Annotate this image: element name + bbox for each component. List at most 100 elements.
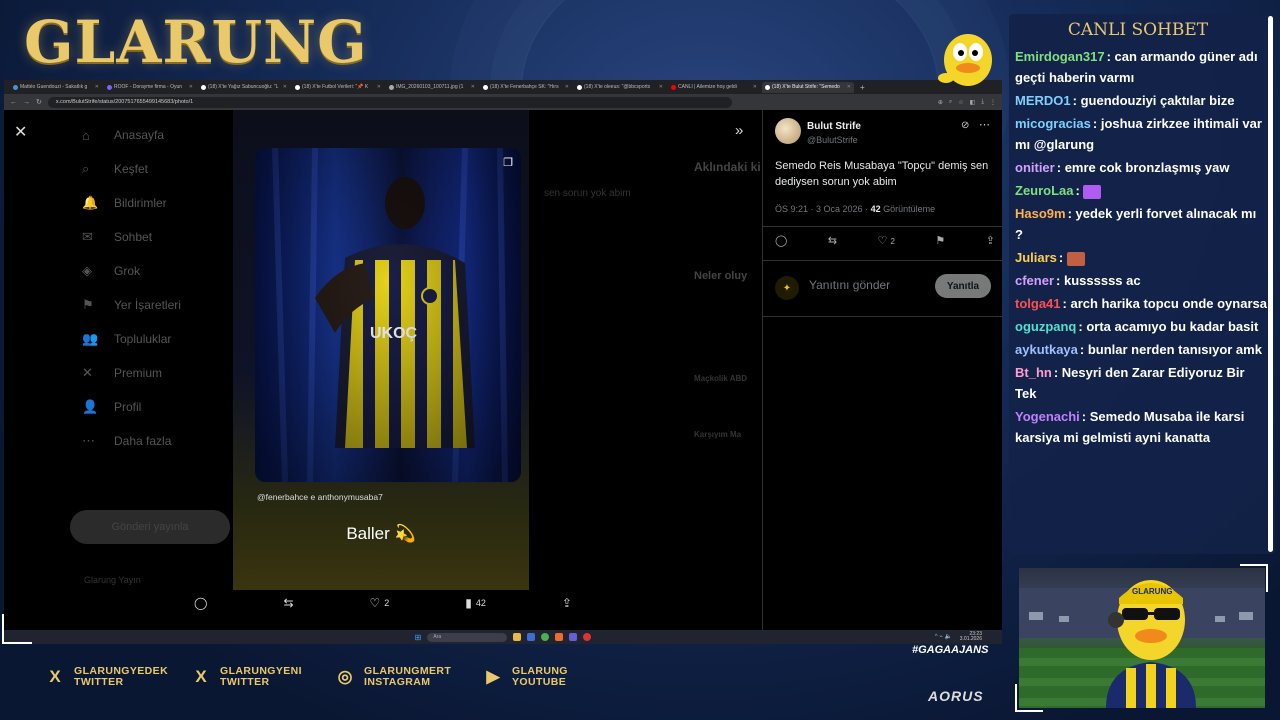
sidebar-item[interactable]: 🔔 Bildirimler [74, 186, 244, 220]
taskbar-app-icon[interactable] [527, 633, 536, 641]
trend-item: Karşıyım Ma [694, 430, 742, 439]
reload-icon[interactable]: ↻ [36, 98, 42, 106]
chat-username[interactable]: micogracias [1015, 116, 1091, 131]
account-name[interactable]: Glarung Yayın [84, 575, 141, 585]
chat-separator: : [1067, 206, 1076, 221]
sidebar-item[interactable]: 👥 Topluluklar [74, 322, 244, 356]
browser-tab[interactable]: CANLI | Ailemize hoş geldi ✕ [668, 82, 760, 93]
reply-input[interactable]: Yanıtını gönder [809, 278, 890, 292]
menu-icon[interactable]: ⋮ [990, 99, 996, 106]
grok-icon[interactable]: ⊘ [961, 120, 969, 131]
taskbar-app-icon[interactable] [583, 633, 592, 641]
post-button[interactable]: Gönderi yayınla [70, 510, 230, 544]
browser-tab[interactable]: (18) X'te Fenerbahçe SK: "Hırs ✕ [480, 82, 572, 93]
chat-username[interactable]: ZeuroLaa [1015, 183, 1074, 198]
new-tab-icon[interactable]: + [860, 83, 865, 92]
chat-username[interactable]: onitier [1015, 160, 1055, 175]
download-icon[interactable]: ⤓ [981, 99, 984, 106]
social-link[interactable]: ◎ GLARUNGMERT INSTAGRAM [334, 666, 451, 688]
sidebar-item[interactable]: ✕ Premium [74, 356, 244, 390]
reply-submit-button[interactable]: Yanıtla [935, 274, 991, 298]
close-icon[interactable]: ✕ [283, 84, 287, 90]
like-button[interactable]: ♡ 2 [878, 234, 895, 247]
tweet-pane: Bulut Strife @BulutStrife ⊘ ⋯ Semedo Rei… [762, 110, 1002, 630]
sidebar-item[interactable]: ⌂ Anasayfa [74, 118, 244, 152]
close-icon[interactable]: ✕ [659, 84, 663, 90]
sidebar-item[interactable]: ⋯ Daha fazla [74, 424, 244, 458]
sidebar-item[interactable]: ◈ Grok [74, 254, 244, 288]
close-icon[interactable]: ✕ [14, 122, 27, 142]
close-icon[interactable]: ✕ [753, 84, 757, 90]
search-icon[interactable]: ⌕ [949, 99, 952, 106]
like-button[interactable]: ♡ 2 [370, 596, 390, 610]
chrome-icon[interactable] [541, 633, 550, 641]
share-icon[interactable]: ⇪ [986, 234, 995, 247]
close-icon[interactable]: ✕ [189, 84, 193, 90]
sidebar-item[interactable]: ⚑ Yer İşaretleri [74, 288, 244, 322]
chat-text: arch harika topcu onde oynarsa [1070, 296, 1267, 311]
browser-tab[interactable]: IMG_20260103_100711.jpg (1 ✕ [386, 82, 478, 93]
instagram-icon: ◎ [337, 667, 353, 686]
system-tray-icons[interactable]: ^ ⌁ 🔈 [935, 633, 952, 640]
player-photo[interactable]: UKOÇ ❐ [255, 148, 521, 482]
chat-username[interactable]: Haso9m [1015, 206, 1066, 221]
chat-scrollbar[interactable] [1268, 16, 1273, 552]
chat-username[interactable]: Yogenachi [1015, 409, 1080, 424]
sidebar-item[interactable]: ⌕ Keşfet [74, 152, 244, 186]
x-icon [483, 84, 488, 90]
bookmark-icon[interactable]: ☆ [958, 99, 963, 106]
close-icon[interactable]: ✕ [565, 84, 569, 90]
url-field[interactable]: x.com/BulutStrife/status/200751765549914… [47, 96, 732, 108]
taskbar-search[interactable]: Ara [427, 632, 508, 642]
tweet-time[interactable]: ÖS 9:21 · 3 Oca 2026 · [775, 204, 871, 214]
taskbar-app-icon[interactable] [569, 633, 578, 641]
reply-button[interactable]: ◯ [194, 596, 207, 610]
browser-tab[interactable]: ROOF - Dorayme firma - Oyun ✕ [104, 82, 196, 93]
extensions-icon[interactable]: ◧ [970, 99, 976, 106]
photo-vignette [255, 148, 521, 482]
chevron-right-icon[interactable]: » [735, 122, 743, 139]
chat-username[interactable]: Juliars [1015, 250, 1057, 265]
social-platform: TWITTER [220, 676, 270, 688]
windows-start-icon[interactable]: ⊞ [415, 633, 422, 642]
browser-tab[interactable]: (18) X'te Bulut Strife: "Semedo ✕ [762, 81, 854, 93]
chat-username[interactable]: tolga41 [1015, 296, 1061, 311]
bookmark-icon[interactable]: ⚑ [935, 234, 945, 247]
chat-username[interactable]: cfener [1015, 273, 1054, 288]
social-link[interactable]: X GLARUNGYENI TWITTER [190, 666, 302, 688]
browser-tab[interactable]: (18) X'te Yağız Sabuncuoğlu: "L ✕ [198, 82, 290, 93]
browser-tab[interactable]: Mattéo Guendouzi - Sakatlık g ✕ [10, 82, 102, 93]
chat-username[interactable]: Bt_hn [1015, 365, 1052, 380]
zoom-icon[interactable]: ⊕ [938, 99, 943, 106]
sidebar-item[interactable]: 👤 Profil [74, 390, 244, 424]
author-handle[interactable]: @BulutStrife [807, 135, 858, 145]
chat-username[interactable]: aykutkaya [1015, 342, 1078, 357]
photo-tags[interactable]: @fenerbahce e anthonymusaba7 [257, 492, 383, 502]
chat-username[interactable]: MERDO1 [1015, 93, 1071, 108]
social-link[interactable]: X GLARUNGYEDEK TWITTER [44, 666, 168, 688]
file-explorer-icon[interactable] [513, 633, 522, 641]
share-button[interactable]: ⇪ [562, 596, 572, 610]
avatar[interactable] [775, 118, 801, 144]
sidebar-item[interactable]: ✉ Sohbet [74, 220, 244, 254]
social-link[interactable]: ▶ GLARUNG YOUTUBE [482, 666, 568, 688]
back-icon[interactable]: ← [10, 99, 17, 106]
close-icon[interactable]: ✕ [95, 84, 99, 90]
views-button[interactable]: ▮ 42 [465, 596, 486, 610]
reply-icon[interactable]: ◯ [775, 234, 787, 247]
clock[interactable]: 23:23 3.01.2026 [960, 632, 982, 642]
chat-username[interactable]: oguzpanq [1015, 319, 1076, 334]
forward-icon[interactable]: → [23, 99, 30, 106]
repost-icon[interactable]: ⇆ [828, 234, 837, 247]
repost-button[interactable]: ⇆ [283, 596, 293, 610]
tab-label: (18) X'te oleeus: "@bbcsports [584, 84, 651, 90]
more-options-icon[interactable]: ⋯ [979, 118, 990, 131]
close-icon[interactable]: ✕ [471, 84, 475, 90]
browser-tab[interactable]: (18) X'te Futbol Verileri: "📌 K ✕ [292, 82, 384, 93]
chat-username[interactable]: Emirdogan317 [1015, 49, 1105, 64]
browser-tab[interactable]: (18) X'te oleeus: "@bbcsports ✕ [574, 82, 666, 93]
close-icon[interactable]: ✕ [847, 84, 851, 90]
author-name[interactable]: Bulut Strife [807, 121, 861, 132]
brave-icon[interactable] [555, 633, 564, 641]
close-icon[interactable]: ✕ [377, 84, 381, 90]
